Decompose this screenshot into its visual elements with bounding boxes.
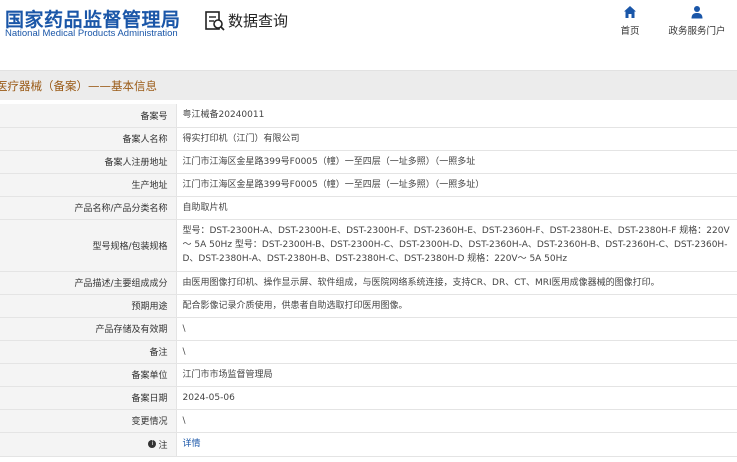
table-row: 备案号 粤江械备20240011: [0, 104, 737, 128]
user-icon: [691, 6, 703, 19]
table-row: 备案人注册地址 江门市江海区金星路399号F0005（幢）一至四层（一址多照）（…: [0, 150, 737, 174]
row-value: \: [176, 409, 737, 433]
site-header: 国家药品监督管理局 National Medical Products Admi…: [0, 0, 737, 44]
table-row: i 注 详情: [0, 432, 737, 457]
remark-label-text: 注: [158, 440, 168, 451]
row-value: 得实打印机（江门）有限公司: [176, 127, 737, 151]
row-label: 产品存储及有效期: [0, 317, 177, 341]
nav-service-portal[interactable]: 政务服务门户: [666, 5, 728, 37]
table-row: 变更情况 \: [0, 409, 737, 433]
table-row: 备注 \: [0, 340, 737, 364]
row-value: 江门市市场监督管理局: [176, 363, 737, 387]
row-value: 详情: [176, 432, 737, 457]
table-row: 备案日期 2024-05-06: [0, 386, 737, 410]
row-value: \: [176, 317, 737, 341]
section-title-bar: 医疗器械（备案）——基本信息: [0, 70, 737, 100]
row-label: 变更情况: [0, 409, 177, 433]
row-label: 生产地址: [0, 173, 177, 197]
info-table: 备案号 粤江械备20240011 备案人名称 得实打印机（江门）有限公司 备案人…: [0, 104, 737, 457]
row-value: 由医用图像打印机、操作显示屏、软件组成，与医院网络系统连接，支持CR、DR、CT…: [176, 271, 737, 295]
row-label: 型号规格/包装规格: [0, 219, 177, 272]
table-row: 产品名称/产品分类名称 自助取片机: [0, 196, 737, 220]
row-value: 2024-05-06: [176, 386, 737, 410]
row-label: 预期用途: [0, 294, 177, 318]
nav-portal-label: 政务服务门户: [668, 26, 726, 37]
row-value: 粤江械备20240011: [176, 104, 737, 128]
data-query-title: 数据查询: [228, 12, 289, 30]
site-logo-subtitle: National Medical Products Administration: [5, 28, 178, 39]
row-value: 自助取片机: [176, 196, 737, 220]
nav-home-label: 首页: [620, 26, 640, 37]
section-title: 医疗器械（备案）——基本信息: [0, 79, 157, 93]
table-row: 预期用途 配合影像记录介质使用，供患者自助选取打印医用图像。: [0, 294, 737, 318]
row-label: 备案号: [0, 104, 177, 128]
row-label: 产品描述/主要组成成分: [0, 271, 177, 295]
info-icon: i: [148, 440, 157, 448]
remark-label-wrap: i 注: [148, 438, 168, 451]
row-value: 型号：DST-2300H-A、DST-2300H-E、DST-2300H-F、D…: [176, 219, 737, 272]
table-row: 产品存储及有效期 \: [0, 317, 737, 341]
nav-home[interactable]: 首页: [612, 5, 648, 37]
row-label: 产品名称/产品分类名称: [0, 196, 177, 220]
home-icon: [624, 6, 636, 18]
row-label: i 注: [0, 432, 177, 457]
details-link[interactable]: 详情: [183, 439, 201, 449]
table-row: 型号规格/包装规格 型号：DST-2300H-A、DST-2300H-E、DST…: [0, 219, 737, 272]
row-label: 备案日期: [0, 386, 177, 410]
row-label: 备案人注册地址: [0, 150, 177, 174]
row-value: 配合影像记录介质使用，供患者自助选取打印医用图像。: [176, 294, 737, 318]
table-row: 生产地址 江门市江海区金星路399号F0005（幢）一至四层（一址多照）（一照多…: [0, 173, 737, 197]
row-value: 江门市江海区金星路399号F0005（幢）一至四层（一址多照）（一照多址）: [176, 173, 737, 197]
row-value: \: [176, 340, 737, 364]
table-row: 备案人名称 得实打印机（江门）有限公司: [0, 127, 737, 151]
row-label: 备案单位: [0, 363, 177, 387]
row-label: 备注: [0, 340, 177, 364]
table-row: 备案单位 江门市市场监督管理局: [0, 363, 737, 387]
table-row: 产品描述/主要组成成分 由医用图像打印机、操作显示屏、软件组成，与医院网络系统连…: [0, 271, 737, 295]
row-label: 备案人名称: [0, 127, 177, 151]
search-document-icon: [205, 11, 225, 31]
row-value: 江门市江海区金星路399号F0005（幢）一至四层（一址多照）（一照多址: [176, 150, 737, 174]
